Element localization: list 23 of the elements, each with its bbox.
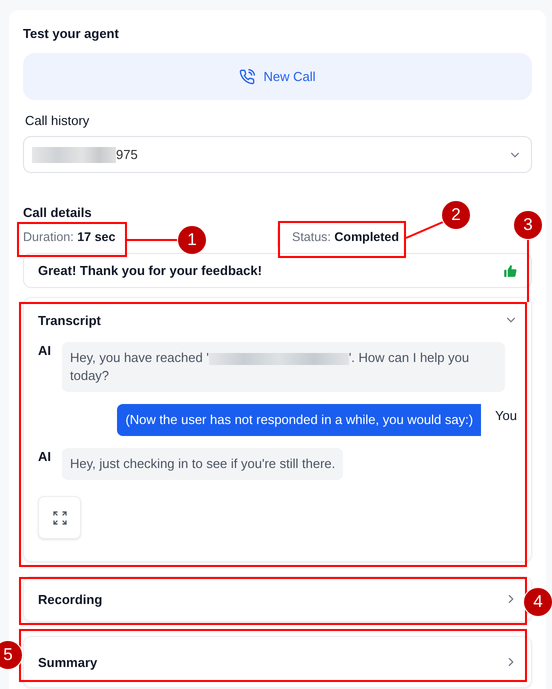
speaker-label: AI — [38, 448, 52, 464]
leader-line — [527, 240, 529, 302]
message-bubble: (Now the user has not responded in a while, you would say:) — [117, 404, 482, 436]
leader-line — [406, 221, 444, 239]
message-bubble: Hey, just checking in to see if you're still there. — [62, 448, 344, 480]
call-history-dropdown[interactable]: 975 — [23, 136, 532, 173]
expand-button[interactable] — [38, 496, 81, 539]
field-label: Call history — [25, 113, 90, 128]
section-title: Call details — [23, 205, 92, 220]
speaker-label: AI — [38, 342, 52, 358]
new-call-button[interactable]: New Call — [23, 53, 532, 100]
leader-line — [127, 239, 177, 241]
panel-header[interactable]: Recording — [38, 577, 517, 621]
duration-text: Duration: 17 sec — [23, 230, 116, 244]
expand-icon — [52, 510, 66, 524]
transcript-header[interactable]: Transcript — [38, 298, 517, 342]
message-bubble: Hey, you have reached ' '. How can I help you today? — [62, 342, 505, 392]
speaker-label: You — [495, 407, 517, 423]
panel-header[interactable]: Summary — [38, 637, 517, 687]
status-text: Status: Completed — [292, 230, 399, 244]
feedback-text: Great! Thank you for your feedback! — [38, 263, 263, 278]
section-title: Test your agent — [23, 26, 119, 41]
phone-icon — [239, 68, 256, 84]
